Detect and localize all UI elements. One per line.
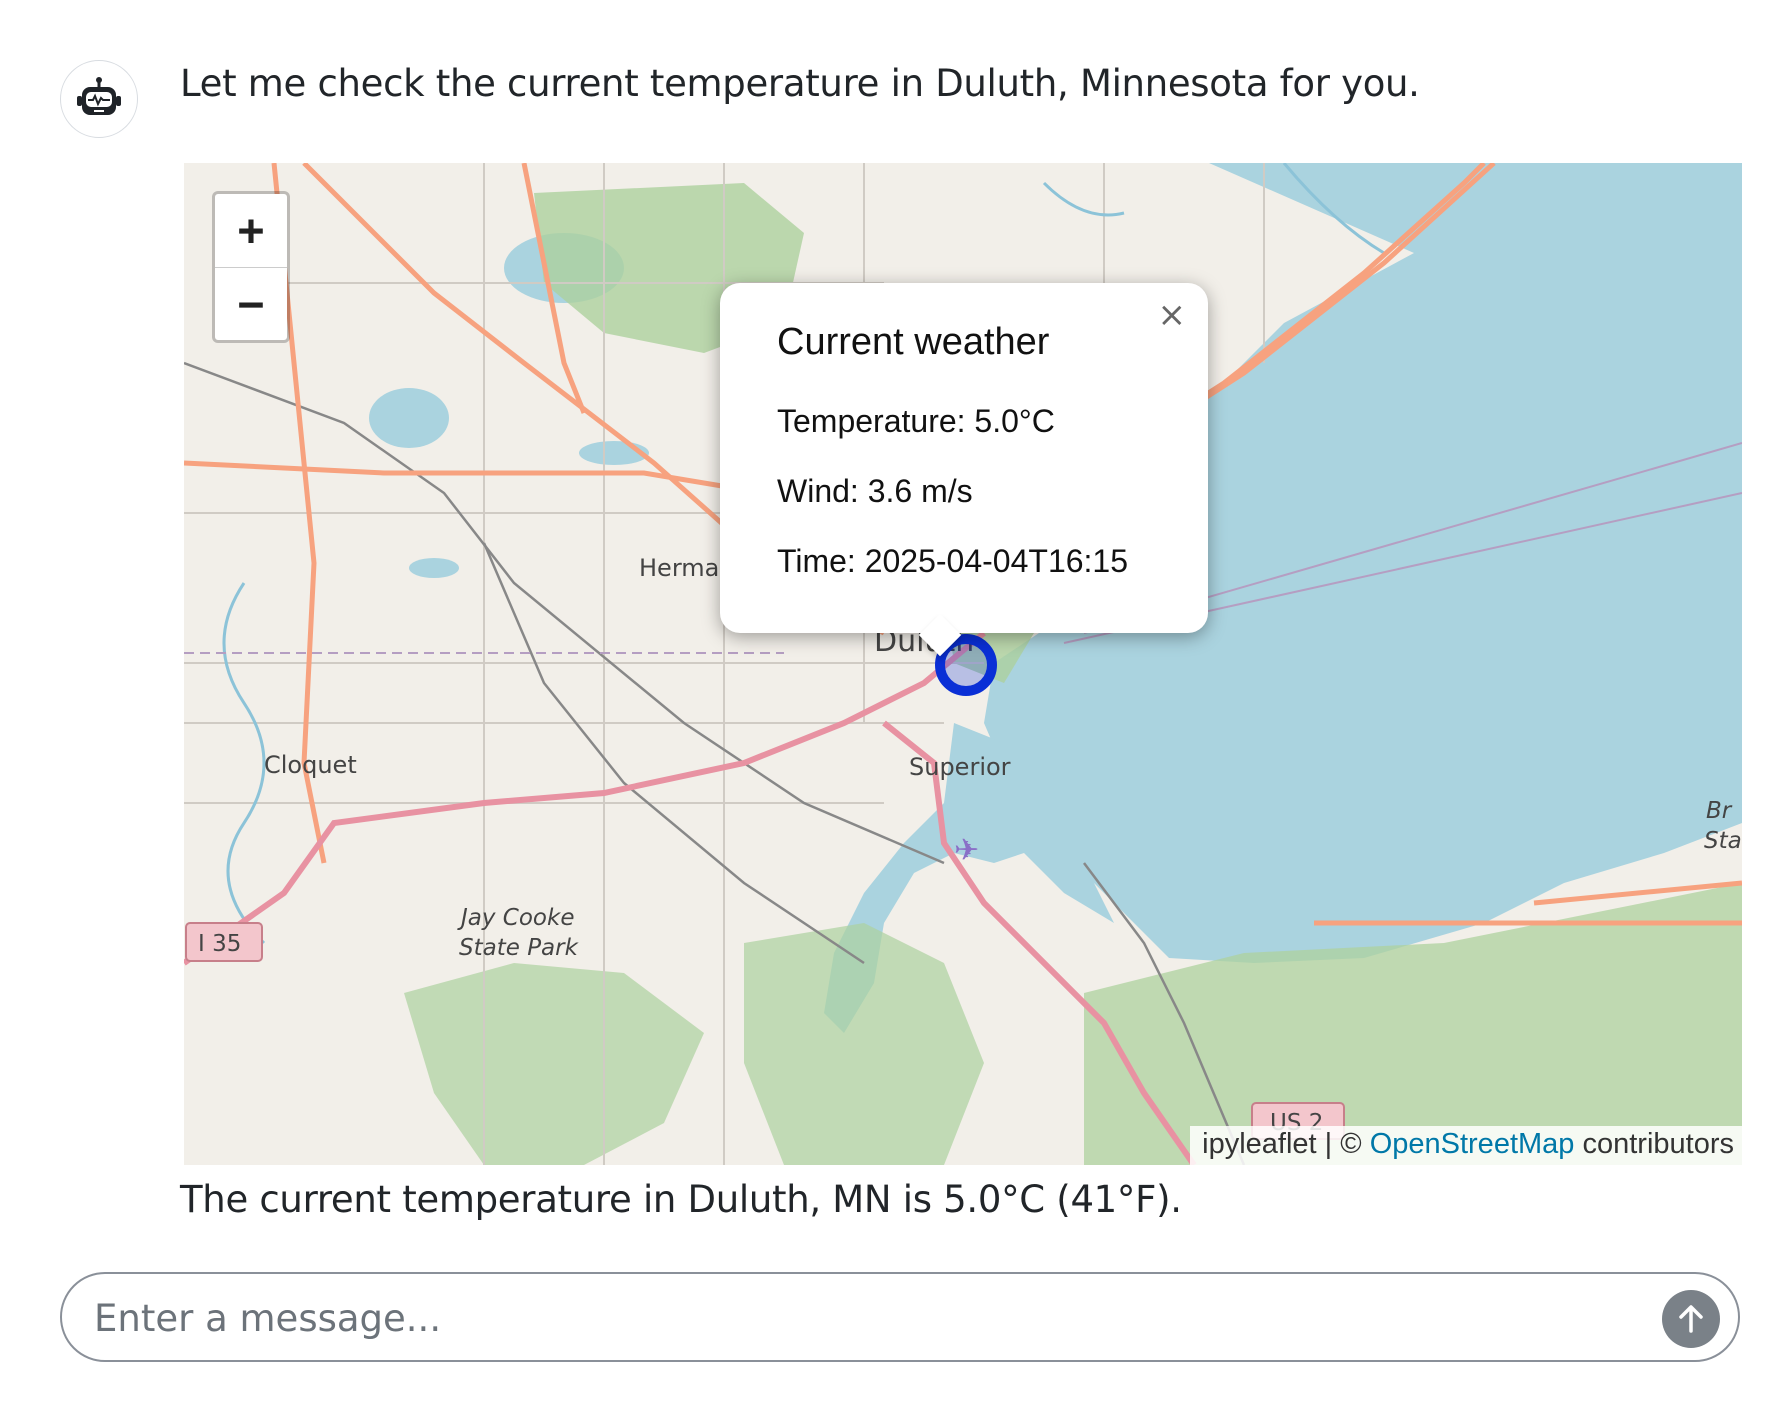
message-composer xyxy=(60,1272,1740,1362)
weather-popup: × Current weather Temperature: 5.0°C Win… xyxy=(720,283,1208,657)
assistant-message-intro: Let me check the current temperature in … xyxy=(180,62,1420,105)
label-hermantown: Herma xyxy=(639,554,719,582)
label-brule-1: Br xyxy=(1706,798,1733,824)
weather-map[interactable]: ✈ Duluth Superior Cloquet Herma Jay Cook… xyxy=(184,163,1742,1165)
message-input[interactable] xyxy=(92,1292,1596,1344)
attribution-prefix: ipyleaflet | © xyxy=(1202,1128,1370,1160)
arrow-up-icon xyxy=(1679,1305,1703,1333)
label-jay-cooke-2: State Park xyxy=(459,935,580,961)
zoom-out-button[interactable]: − xyxy=(215,267,287,341)
send-button[interactable] xyxy=(1662,1290,1720,1348)
zoom-control: + − xyxy=(212,191,290,343)
assistant-message-result: The current temperature in Duluth, MN is… xyxy=(180,1178,1182,1221)
popup-title: Current weather xyxy=(777,321,1050,363)
zoom-in-button[interactable]: + xyxy=(215,194,287,267)
attribution-suffix: contributors xyxy=(1574,1128,1734,1160)
popup-temperature: Temperature: 5.0°C xyxy=(777,403,1055,439)
label-cloquet: Cloquet xyxy=(264,751,357,779)
shield-i35: I 35 xyxy=(198,931,241,957)
label-jay-cooke-1: Jay Cooke xyxy=(457,905,574,931)
popup-wind: Wind: 3.6 m/s xyxy=(777,473,973,509)
popup-time: Time: 2025-04-04T16:15 xyxy=(777,543,1129,579)
assistant-avatar xyxy=(60,60,138,138)
label-brule-2: Sta xyxy=(1704,828,1742,854)
map-attribution: ipyleaflet | © OpenStreetMap contributor… xyxy=(1190,1126,1742,1165)
openstreetmap-link[interactable]: OpenStreetMap xyxy=(1370,1128,1575,1160)
robot-icon xyxy=(77,77,121,115)
popup-close-button[interactable]: × xyxy=(1158,295,1187,335)
label-superior: Superior xyxy=(909,753,1011,781)
svg-text:✈: ✈ xyxy=(954,833,979,868)
